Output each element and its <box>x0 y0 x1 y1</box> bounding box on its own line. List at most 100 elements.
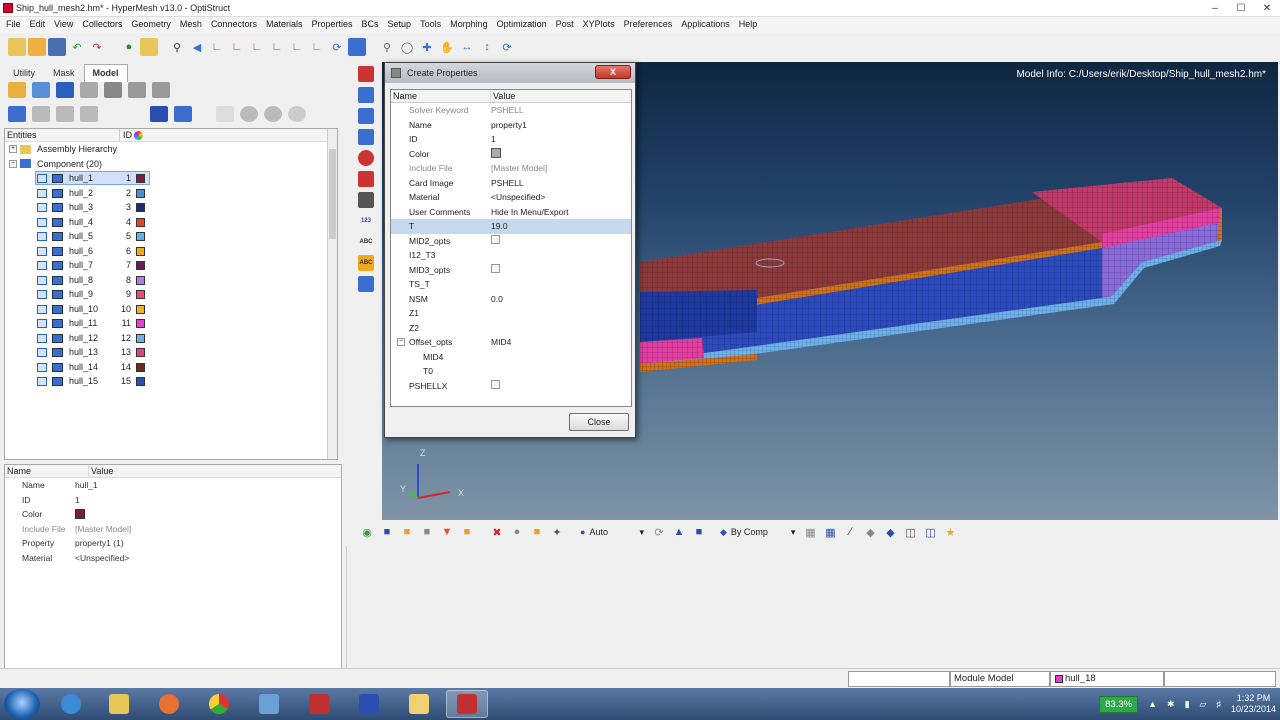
color-by-select[interactable]: ◆ By Comp ▾ <box>716 524 799 540</box>
visibility-checkbox[interactable] <box>37 232 47 241</box>
component-color-swatch[interactable] <box>136 377 145 386</box>
component-color-swatch[interactable] <box>136 304 145 314</box>
folder-icon[interactable] <box>140 38 158 56</box>
transform-icon[interactable]: ✦ <box>548 523 566 541</box>
component-color-swatch[interactable] <box>136 348 145 357</box>
settings-icon[interactable] <box>152 82 170 98</box>
dialog-property-value[interactable]: <Unspecified> <box>491 192 621 202</box>
pan-vertical-icon[interactable]: ↕ <box>478 38 496 56</box>
color-picker[interactable] <box>491 147 621 160</box>
tab-model[interactable]: Model <box>83 64 128 82</box>
label-icon[interactable]: ABC <box>358 234 374 250</box>
isolate-icon[interactable] <box>104 82 122 98</box>
create-icon[interactable] <box>32 82 50 98</box>
box-icon[interactable]: ■ <box>418 523 436 541</box>
visibility-checkbox[interactable] <box>37 377 47 386</box>
component-color-swatch[interactable] <box>136 362 145 372</box>
hypermesh-app[interactable] <box>446 690 488 718</box>
component-row[interactable]: hull_13 13 <box>5 345 337 360</box>
dialog-property-row[interactable]: MID3_opts <box>391 263 631 278</box>
property-row[interactable]: ID 1 <box>5 493 341 508</box>
star-icon[interactable]: ★ <box>941 523 959 541</box>
view-xz-icon[interactable]: ∟ <box>228 38 246 56</box>
menu-file[interactable]: File <box>3 17 27 33</box>
component-row[interactable]: hull_14 14 <box>5 360 337 375</box>
user-icon[interactable]: ● <box>120 38 138 56</box>
volume-icon[interactable]: ♯ <box>1216 699 1221 709</box>
battery-icon[interactable]: ▮ <box>1185 699 1190 710</box>
dialog-property-row[interactable]: Card Image PSHELL <box>391 176 631 191</box>
dialog-property-value[interactable]: 0.0 <box>491 294 621 304</box>
dialog-property-row[interactable]: − Offset_opts MID4 <box>391 335 631 350</box>
line-icon[interactable]: ∕ <box>841 523 859 541</box>
plane-icon[interactable] <box>358 276 374 292</box>
component-row[interactable]: hull_4 4 <box>5 215 337 230</box>
menu-setup[interactable]: Setup <box>385 17 418 33</box>
menu-bcs[interactable]: BCs <box>359 17 385 33</box>
checkbox-box[interactable] <box>491 264 500 274</box>
mail-app[interactable] <box>398 690 440 718</box>
visibility-checkbox[interactable] <box>37 333 47 343</box>
network-app[interactable] <box>50 690 92 718</box>
visibility-checkbox[interactable] <box>37 217 47 227</box>
menu-tools[interactable]: Tools <box>417 17 447 33</box>
display-mode-icon[interactable] <box>8 106 26 122</box>
menu-applications[interactable]: Applications <box>678 17 736 33</box>
review-icon-2[interactable]: ■ <box>528 523 546 541</box>
focus-icon[interactable]: ■ <box>458 523 476 541</box>
eye-show-all-icon[interactable] <box>264 106 282 122</box>
firefox-app[interactable] <box>148 690 190 718</box>
view-iso-icon[interactable]: ∟ <box>268 38 286 56</box>
checkbox-box[interactable] <box>491 380 500 390</box>
view-options-icon[interactable] <box>348 38 366 56</box>
component-group-row[interactable]: − Component (20) <box>5 157 337 172</box>
numbers-icon[interactable]: 123 <box>358 213 374 229</box>
view-xy-icon[interactable]: ∟ <box>208 38 226 56</box>
explorer-app[interactable] <box>98 690 140 718</box>
component-row[interactable]: hull_10 10 <box>5 302 337 317</box>
bluetooth-icon[interactable]: ✱ <box>1167 699 1175 710</box>
component-view-icon[interactable] <box>8 82 26 98</box>
visibility-checkbox[interactable] <box>37 362 47 372</box>
center-icon[interactable]: ✚ <box>418 38 436 56</box>
zoom-window-icon[interactable]: ⚲ <box>378 38 396 56</box>
property-row[interactable]: Color <box>5 507 341 522</box>
property-row[interactable]: Material <Unspecified> <box>5 551 341 566</box>
menu-xyplots[interactable]: XYPlots <box>580 17 621 33</box>
assembly-hierarchy-row[interactable]: + Assembly Hierarchy <box>5 142 337 157</box>
component-color-swatch[interactable] <box>136 333 145 343</box>
component-color-swatch[interactable] <box>136 319 145 328</box>
collapse-icon[interactable]: − <box>397 338 405 346</box>
component-color-swatch[interactable] <box>136 261 145 270</box>
menu-collectors[interactable]: Collectors <box>79 17 128 33</box>
component-color-swatch[interactable] <box>136 174 145 183</box>
pan-hand-icon[interactable]: ✋ <box>438 38 456 56</box>
menu-morphing[interactable]: Morphing <box>447 17 494 33</box>
component-color-swatch[interactable] <box>136 203 145 212</box>
component-row[interactable]: hull_6 6 <box>5 244 337 259</box>
office-app[interactable] <box>298 690 340 718</box>
review-icon[interactable] <box>128 82 146 98</box>
view-bottom-icon[interactable]: ∟ <box>308 38 326 56</box>
option-checkbox[interactable] <box>491 380 621 391</box>
component-row[interactable]: hull_11 11 <box>5 316 337 331</box>
start-button[interactable] <box>4 689 40 719</box>
dialog-property-value[interactable]: PSHELL <box>491 178 621 188</box>
component-row[interactable]: hull_15 15 <box>5 374 337 389</box>
dialog-property-row[interactable]: Solver Keyword PSHELL <box>391 103 631 118</box>
expand-all-icon[interactable] <box>32 106 50 122</box>
dialog-property-row[interactable]: PSHELLX <box>391 379 631 394</box>
visibility-checkbox[interactable] <box>37 348 47 357</box>
menu-help[interactable]: Help <box>736 17 764 33</box>
dialog-property-row[interactable]: ID 1 <box>391 132 631 147</box>
dialog-property-row[interactable]: Include File [Master Model] <box>391 161 631 176</box>
component-tool-icon[interactable] <box>358 66 374 82</box>
view-yz-icon[interactable]: ∟ <box>248 38 266 56</box>
menu-view[interactable]: View <box>51 17 79 33</box>
mask-icon[interactable]: ▼ <box>438 523 456 541</box>
components-icon[interactable]: ◉ <box>358 523 376 541</box>
plane-view-icon[interactable]: ◆ <box>861 523 879 541</box>
visibility-checkbox[interactable] <box>37 188 47 198</box>
dialog-close-icon[interactable]: X <box>595 65 631 79</box>
component-row[interactable]: hull_7 7 <box>5 258 337 273</box>
